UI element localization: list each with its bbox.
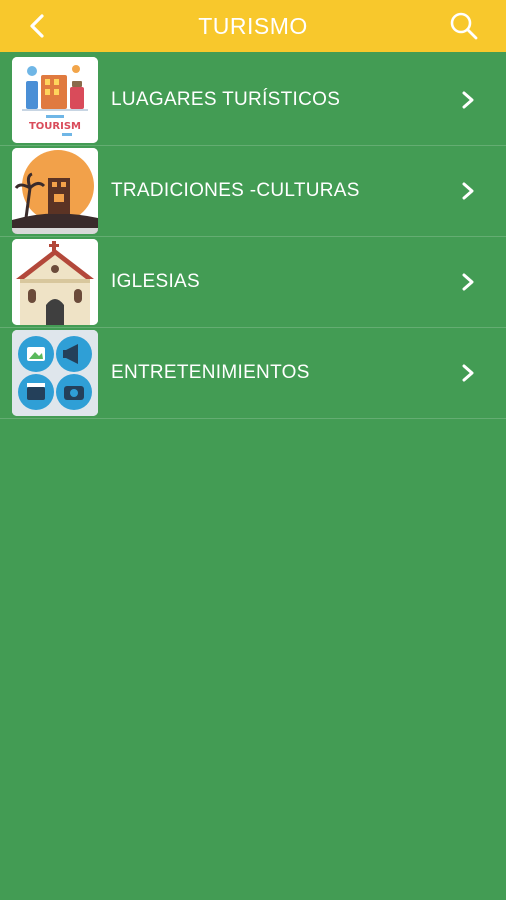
list-item-label: IGLESIAS [111,271,200,292]
entertainment-thumbnail [12,330,98,416]
search-button[interactable] [446,8,482,44]
list-item-iglesias[interactable]: IGLESIAS [0,237,506,328]
list-item-tradiciones[interactable]: TRADICIONES -CULTURAS [0,146,506,237]
page-title: TURISMO [198,13,308,39]
chevron-right-icon [462,273,474,291]
list-item-label: LUAGARES TURÍSTICOS [111,89,341,110]
tourism-text: TOURISM [29,121,81,132]
screen: TURISMO TOURISM LUAGARES TURÍSTICOS TRAD… [0,0,506,900]
chevron-right-icon [462,364,474,382]
app-header: TURISMO [0,0,506,52]
search-icon [450,12,478,40]
list-item-label: ENTRETENIMIENTOS [111,362,310,383]
list-item-entretenimientos[interactable]: ENTRETENIMIENTOS [0,328,506,419]
tourism-thumbnail: TOURISM [12,57,98,143]
culture-thumbnail [12,148,98,234]
chevron-right-icon [462,91,474,109]
list-item-lugares[interactable]: TOURISM LUAGARES TURÍSTICOS [0,55,506,146]
list-item-label: TRADICIONES -CULTURAS [111,180,360,201]
category-list: TOURISM LUAGARES TURÍSTICOS TRADICIONES … [0,55,506,419]
church-thumbnail [12,239,98,325]
chevron-right-icon [462,182,474,200]
